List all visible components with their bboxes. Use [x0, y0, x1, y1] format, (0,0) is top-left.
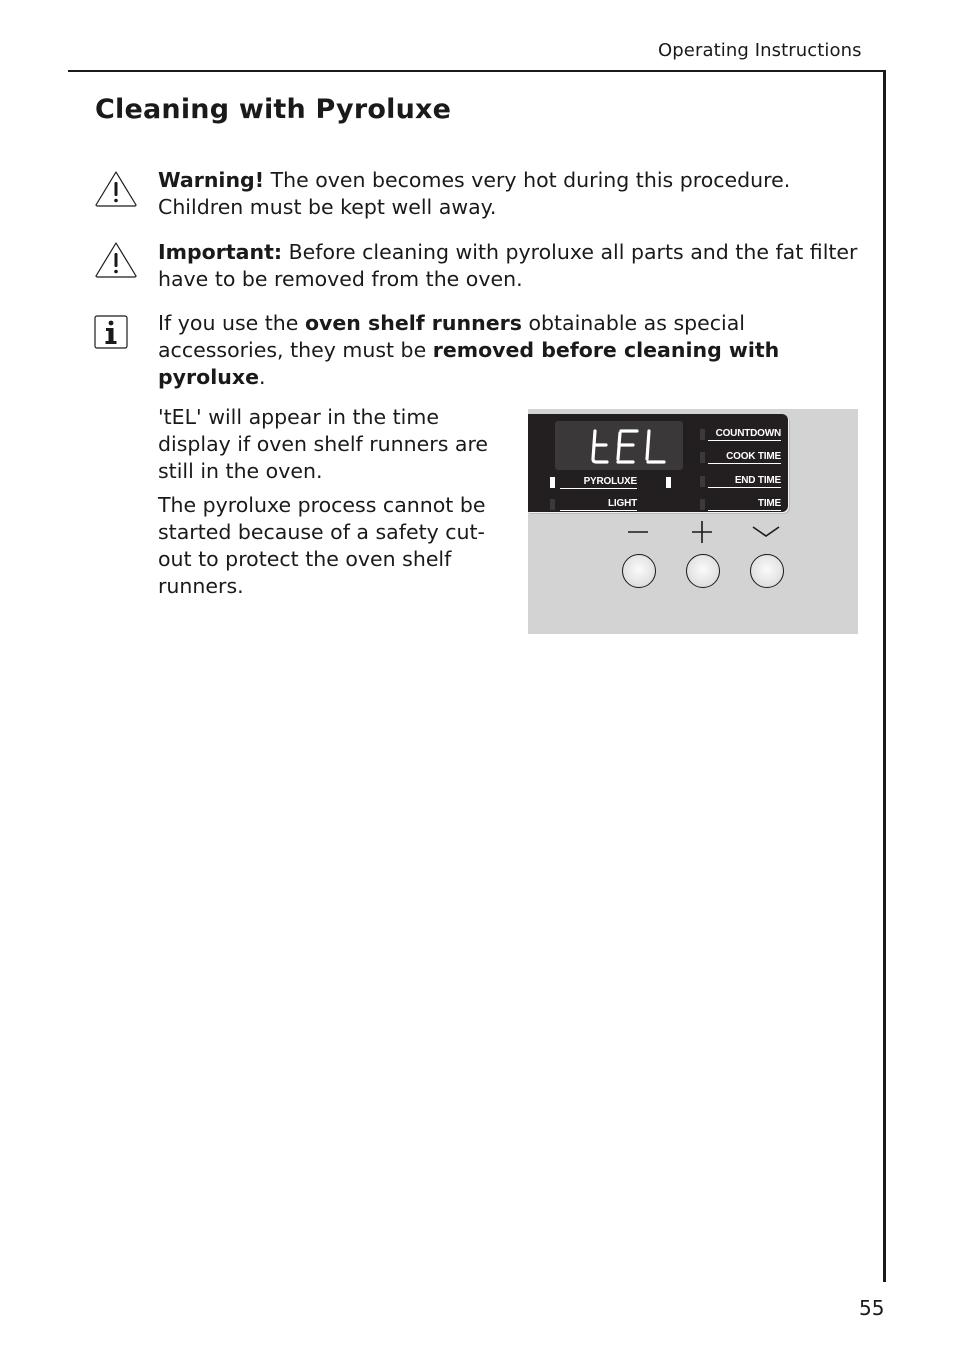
tel-explanation: 'tEL' will appear in the time display if…: [158, 405, 489, 483]
time-indicator: [700, 499, 705, 510]
minus-button[interactable]: [622, 554, 656, 588]
plus-icon: [692, 521, 712, 543]
warning-label: Warning!: [158, 168, 265, 192]
select-button[interactable]: [750, 554, 784, 588]
page-title: Cleaning with Pyroluxe: [95, 94, 452, 125]
info-icon: [94, 315, 128, 349]
control-display: PYROLUXE LIGHT COUNTDOWN COOK TIME END T…: [528, 414, 788, 512]
control-panel-illustration: PYROLUXE LIGHT COUNTDOWN COOK TIME END T…: [528, 409, 858, 634]
display-readout-tel: [591, 429, 666, 464]
important-label: Important:: [158, 240, 283, 264]
light-indicator: [550, 499, 555, 510]
running-header: Operating Instructions: [658, 40, 862, 61]
warning-icon: [95, 171, 137, 207]
info-text: .: [258, 365, 266, 389]
header-rule: [68, 70, 886, 72]
countdown-indicator: [700, 429, 705, 440]
info-emphasis: oven shelf runners: [304, 311, 522, 335]
cook-time-label: COOK TIME: [708, 451, 781, 464]
pyroluxe-label: PYROLUXE: [560, 476, 637, 489]
pyroluxe-indicator-right: [666, 477, 671, 488]
time-display: [555, 421, 683, 470]
time-label: TIME: [708, 498, 781, 511]
cook-time-indicator: [700, 452, 705, 463]
chevron-down-icon: [752, 526, 780, 537]
page-number: 55: [859, 1296, 885, 1320]
margin-rule: [883, 70, 886, 1282]
warning-note: Warning! The oven becomes very hot durin…: [158, 167, 858, 221]
minus-icon: [628, 531, 648, 533]
info-text: If you use the: [158, 311, 305, 335]
end-time-indicator: [700, 476, 705, 487]
plus-button[interactable]: [686, 554, 720, 588]
pyroluxe-indicator-left: [550, 477, 555, 488]
countdown-label: COUNTDOWN: [708, 428, 781, 441]
safety-cutout-explanation: The pyroluxe process cannot be started b…: [158, 493, 486, 598]
warning-icon: [95, 242, 137, 278]
end-time-label: END TIME: [708, 475, 781, 488]
light-label: LIGHT: [560, 498, 637, 511]
important-note: Important: Before cleaning with pyroluxe…: [158, 239, 858, 293]
info-note: If you use the oven shelf runners obtain…: [158, 310, 858, 391]
